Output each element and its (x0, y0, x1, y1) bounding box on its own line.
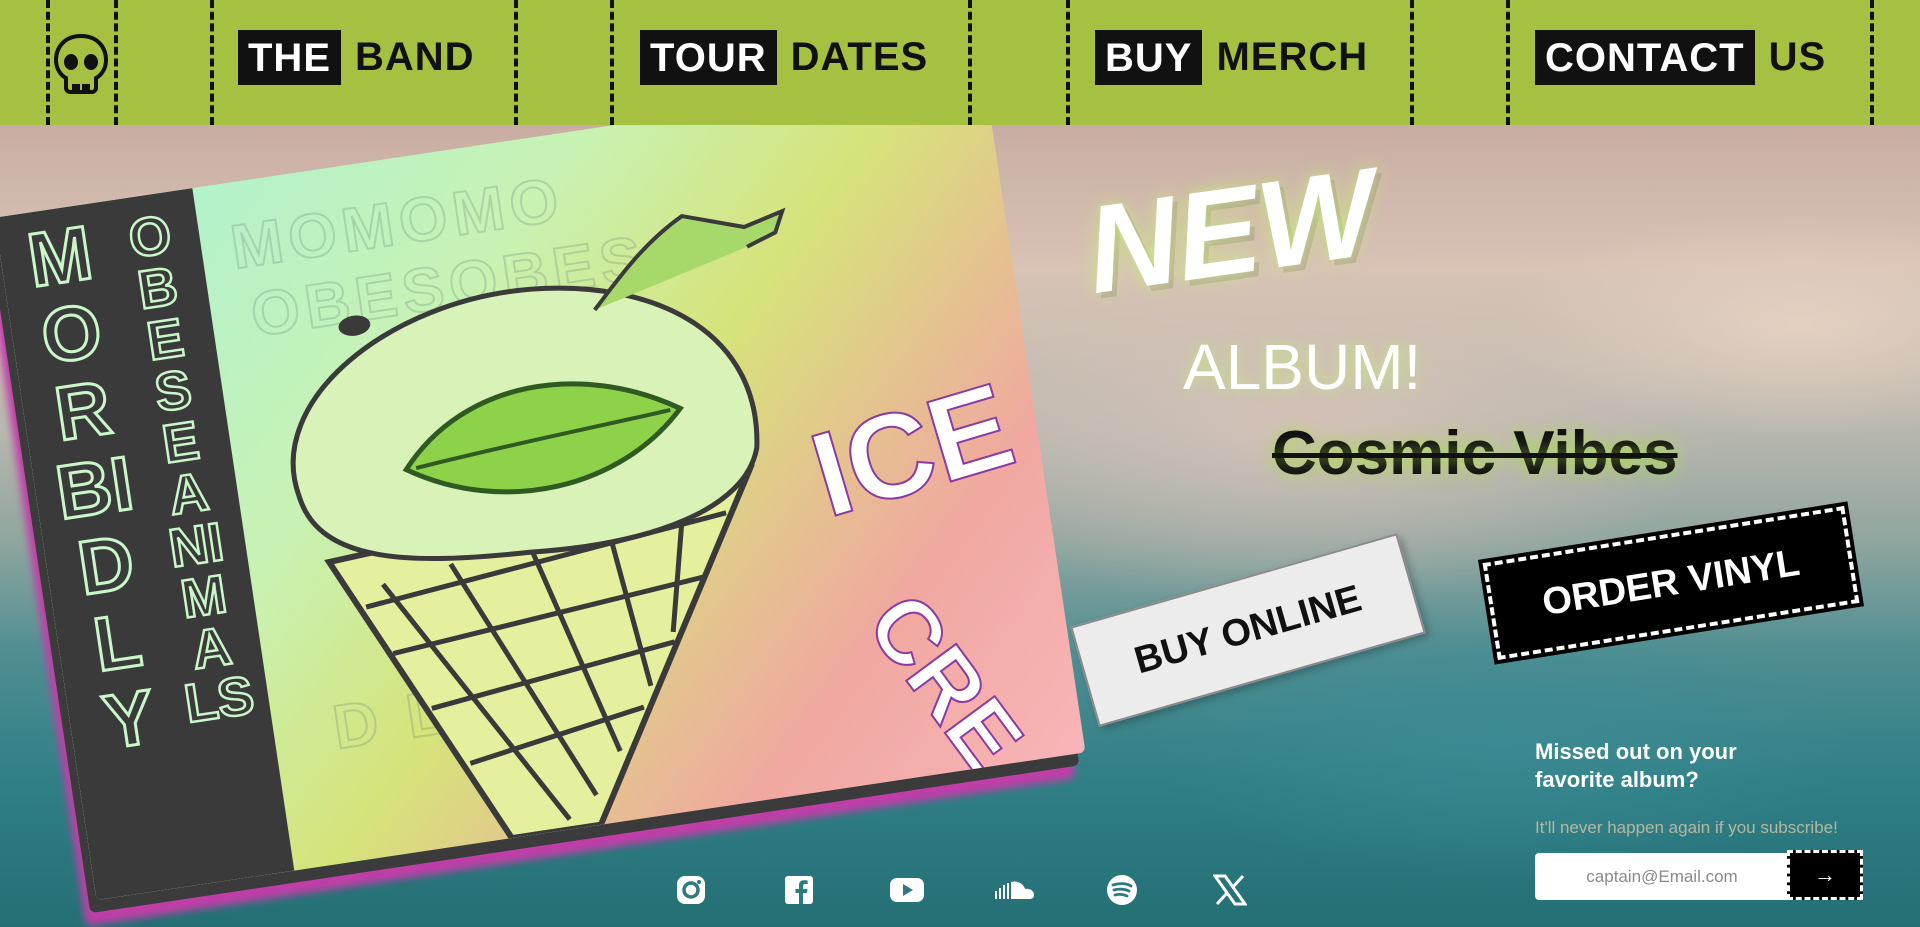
spotify-icon[interactable] (1102, 870, 1142, 910)
album-art: MOMOMO OBESOBES D L A L S MORBIDLY OBESE… (0, 69, 1086, 901)
skull-logo-icon[interactable] (52, 32, 110, 94)
nav-link-the-band[interactable]: THE BAND (238, 30, 475, 85)
nav-link-rest-word: BAND (355, 35, 475, 79)
nav-link-rest-word: MERCH (1216, 35, 1369, 79)
nav-link-rest-word: DATES (790, 35, 929, 79)
instagram-icon[interactable] (671, 870, 711, 910)
youtube-icon[interactable] (887, 870, 927, 910)
nav-divider (1410, 0, 1414, 125)
nav-divider (1870, 0, 1874, 125)
headline-album: ALBUM! (1183, 331, 1422, 403)
nav-link-rest-word: US (1768, 35, 1827, 79)
nav-divider (514, 0, 518, 125)
subscribe-note: It'll never happen again if you subscrib… (1535, 818, 1838, 837)
nav-link-buy-merch[interactable]: BUY MERCH (1095, 30, 1368, 85)
nav-link-contact-us[interactable]: CONTACT US (1535, 30, 1826, 85)
nav-divider (1066, 0, 1070, 125)
nav-link-block-word: CONTACT (1535, 30, 1755, 85)
subscribe-heading: Missed out on your favorite album? (1535, 739, 1737, 792)
struck-album-title: Cosmic Vibes (1272, 419, 1678, 488)
facebook-icon[interactable] (779, 870, 819, 910)
nav-link-block-word: THE (238, 30, 341, 85)
album-cover: MOMOMO OBESOBES D L A L S MORBIDLY OBESE… (0, 69, 1086, 926)
subscribe-submit-button[interactable]: → (1787, 850, 1863, 900)
nav-link-block-word: TOUR (640, 30, 777, 85)
nav-link-block-word: BUY (1095, 30, 1203, 85)
email-input[interactable] (1535, 853, 1789, 900)
arrow-right-icon: → (1814, 862, 1836, 887)
nav-divider (114, 0, 118, 125)
nav-link-tour-dates[interactable]: TOUR DATES (640, 30, 928, 85)
nav-divider (46, 0, 50, 125)
soundcloud-icon[interactable] (994, 870, 1036, 910)
x-icon[interactable] (1210, 870, 1250, 910)
top-navigation: THE BAND TOUR DATES BUY MERCH CONTACT US (0, 0, 1920, 125)
ice-cream-illustration: ICE CREAM (290, 207, 1086, 874)
nav-divider (610, 0, 614, 125)
nav-divider (1506, 0, 1510, 125)
cover-title-ice: ICE (797, 357, 1027, 542)
nav-divider (210, 0, 214, 125)
nav-divider (968, 0, 972, 125)
